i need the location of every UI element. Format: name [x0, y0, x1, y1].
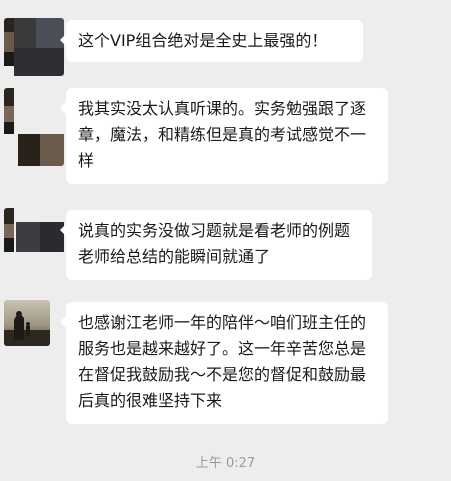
avatar-image — [4, 18, 64, 76]
chat-message: 也感谢江老师一年的陪伴～咱们班主任的服务也是越来越好了。这一年辛苦您总是在督促我… — [0, 300, 451, 430]
chat-message-list: 这个VIP组合绝对是全史上最强的！ 我其实没太认真听课的。实务勉强跟了逐章，魔法… — [0, 0, 451, 481]
message-text: 我其实没太认真听课的。实务勉强跟了逐章，魔法，和精练但是真的考试感觉不一样 — [78, 99, 367, 170]
sender-avatar[interactable] — [4, 208, 64, 254]
chat-message: 说真的实务没做习题就是看老师的例题老师给总结的能瞬间就通了 — [0, 208, 451, 280]
message-bubble[interactable]: 这个VIP组合绝对是全史上最强的！ — [60, 20, 363, 62]
sender-avatar[interactable] — [4, 300, 50, 346]
message-text: 这个VIP组合绝对是全史上最强的！ — [78, 31, 328, 50]
message-bubble[interactable]: 我其实没太认真听课的。实务勉强跟了逐章，魔法，和精练但是真的考试感觉不一样 — [60, 88, 388, 184]
chat-message: 这个VIP组合绝对是全史上最强的！ — [0, 18, 451, 78]
avatar-image — [4, 208, 64, 254]
sender-avatar[interactable] — [4, 18, 64, 76]
message-bubble[interactable]: 也感谢江老师一年的陪伴～咱们班主任的服务也是越来越好了。这一年辛苦您总是在督促我… — [60, 302, 388, 424]
message-timestamp: 上午 0:27 — [195, 456, 256, 471]
message-text: 说真的实务没做习题就是看老师的例题老师给总结的能瞬间就通了 — [78, 221, 351, 266]
sender-avatar[interactable] — [4, 88, 64, 166]
chat-message: 我其实没太认真听课的。实务勉强跟了逐章，魔法，和精练但是真的考试感觉不一样 — [0, 88, 451, 198]
message-bubble[interactable]: 说真的实务没做习题就是看老师的例题老师给总结的能瞬间就通了 — [60, 210, 372, 280]
avatar-image — [4, 88, 64, 166]
message-text: 也感谢江老师一年的陪伴～咱们班主任的服务也是越来越好了。这一年辛苦您总是在督促我… — [78, 313, 367, 410]
avatar-image — [4, 300, 50, 346]
